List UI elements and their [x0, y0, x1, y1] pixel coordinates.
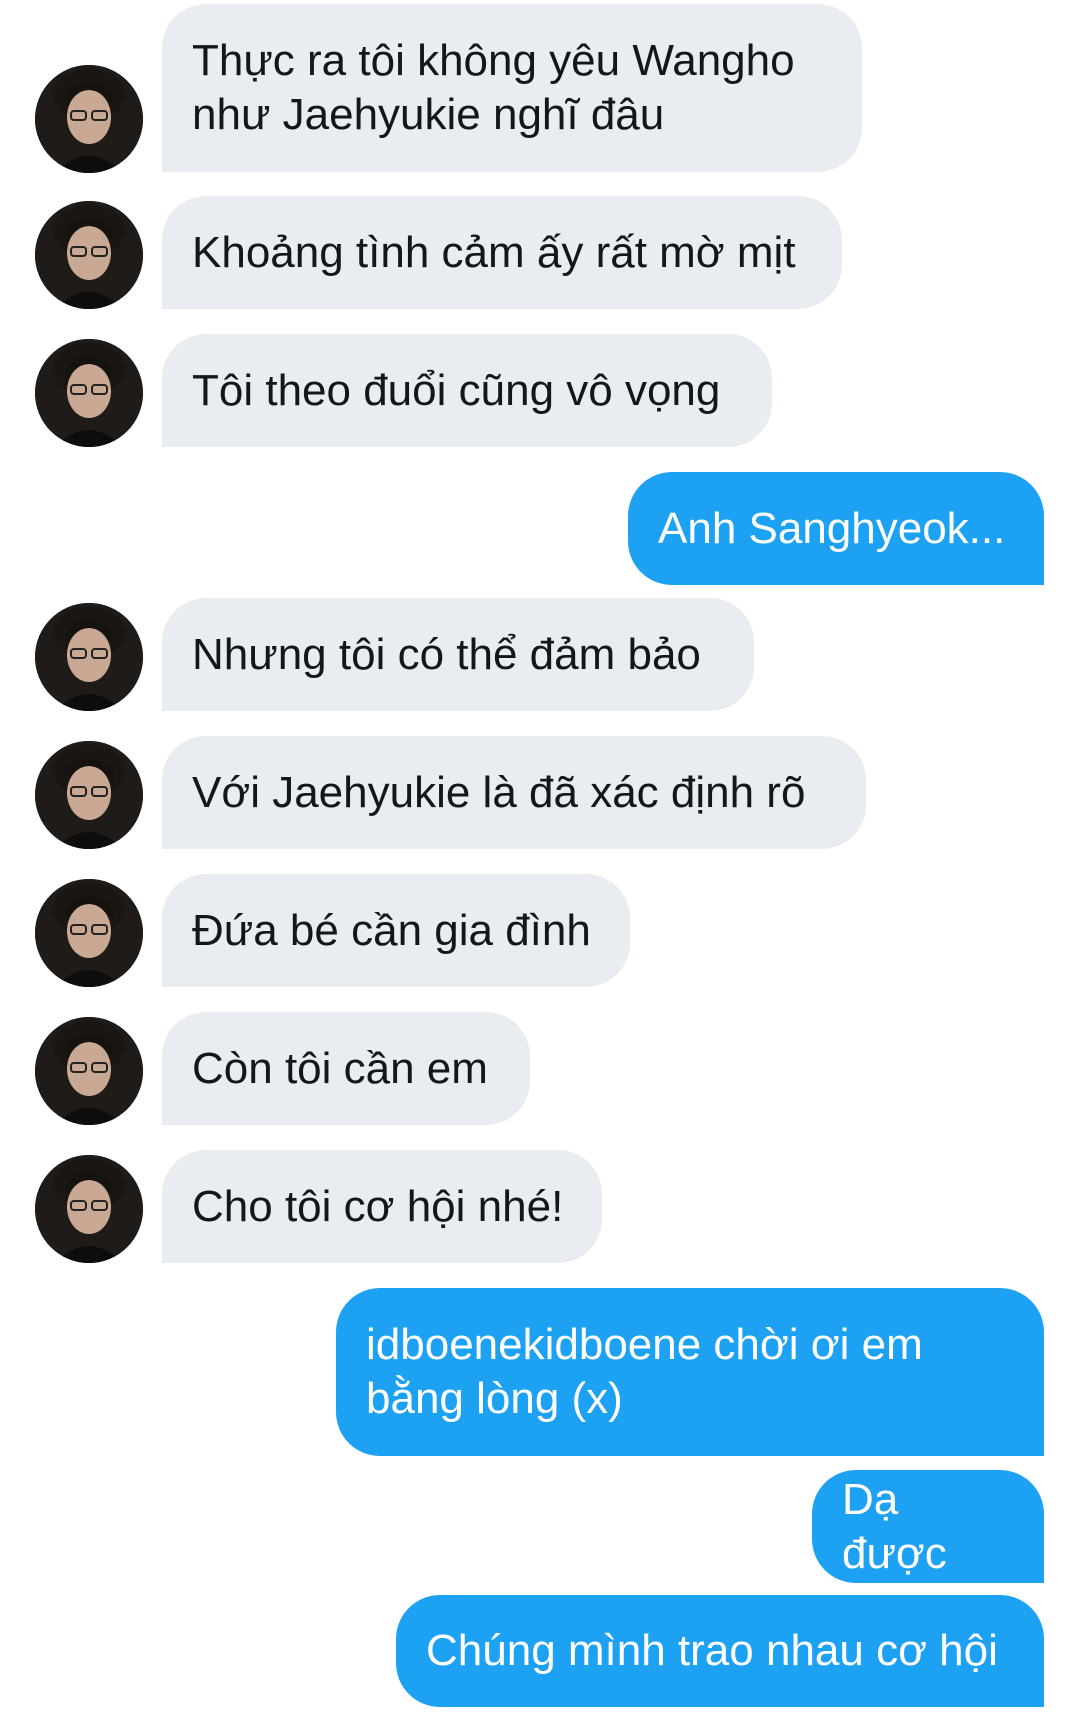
avatar-image [35, 603, 143, 711]
avatar-image [35, 339, 143, 447]
message-bubble[interactable]: idboenekidboene chời ơi em bằng lòng (x) [336, 1288, 1044, 1456]
avatar[interactable] [35, 339, 143, 447]
message-bubble[interactable]: Anh Sanghyeok... [628, 472, 1044, 585]
avatar[interactable] [35, 879, 143, 987]
message-bubble[interactable]: Đứa bé cần gia đình [162, 874, 630, 987]
message-bubble[interactable]: Thực ra tôi không yêu Wangho như Jaehyuk… [162, 4, 862, 172]
message-bubble[interactable]: Còn tôi cần em [162, 1012, 530, 1125]
message-thread: Thực ra tôi không yêu Wangho như Jaehyuk… [0, 0, 1080, 1712]
avatar[interactable] [35, 1017, 143, 1125]
message-bubble[interactable]: Với Jaehyukie là đã xác định rõ [162, 736, 866, 849]
message-bubble[interactable]: Chúng mình trao nhau cơ hội [396, 1595, 1044, 1707]
avatar-image [35, 1017, 143, 1125]
avatar[interactable] [35, 603, 143, 711]
avatar-image [35, 1155, 143, 1263]
message-bubble[interactable]: Dạ được [812, 1470, 1044, 1583]
avatar[interactable] [35, 741, 143, 849]
message-bubble[interactable]: Tôi theo đuổi cũng vô vọng [162, 334, 772, 447]
avatar-image [35, 201, 143, 309]
avatar[interactable] [35, 65, 143, 173]
avatar-image [35, 879, 143, 987]
message-bubble[interactable]: Cho tôi cơ hội nhé! [162, 1150, 602, 1263]
avatar[interactable] [35, 201, 143, 309]
message-bubble[interactable]: Khoảng tình cảm ấy rất mờ mịt [162, 196, 842, 309]
avatar[interactable] [35, 1155, 143, 1263]
avatar-image [35, 65, 143, 173]
avatar-image [35, 741, 143, 849]
message-bubble[interactable]: Nhưng tôi có thể đảm bảo [162, 598, 754, 711]
